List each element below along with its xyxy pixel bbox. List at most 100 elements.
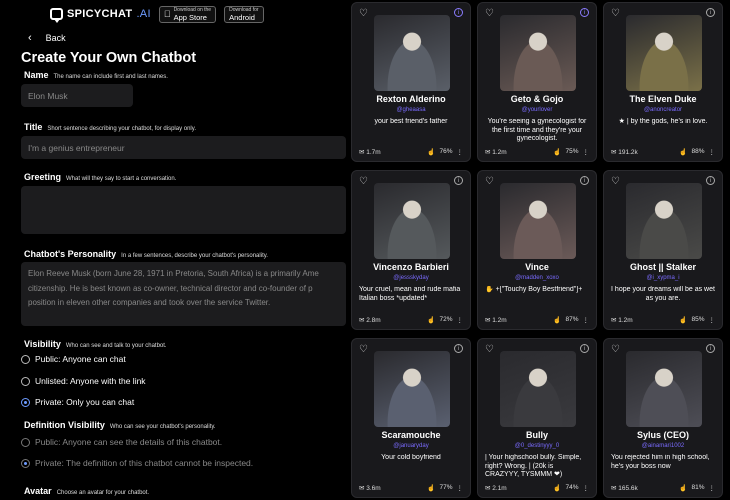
app-store-button[interactable]:  Download on theApp Store (158, 5, 217, 23)
personality-hint: In a few sentences, describe your chatbo… (121, 253, 268, 259)
more-icon[interactable]: ⋮ (457, 316, 464, 324)
card-stats: ✉ 165.6k ☝ 81% ⋮ (611, 484, 715, 492)
heart-icon[interactable]: ♡ (485, 344, 494, 355)
info-icon[interactable]: i (706, 344, 715, 353)
page-title: Create Your Own Chatbot (21, 50, 197, 66)
character-description: your best friend's father (374, 118, 448, 125)
heart-icon[interactable]: ♡ (485, 176, 494, 187)
greeting-label: Greeting What will they say to start a c… (24, 172, 176, 182)
more-icon[interactable]: ⋮ (583, 484, 590, 492)
radio-button-selected[interactable] (21, 458, 30, 468)
radio-button[interactable] (21, 354, 30, 364)
radio-button[interactable] (21, 437, 30, 447)
personality-field[interactable]: Elon Reeve Musk (born June 28, 1971 in P… (21, 262, 346, 326)
more-icon[interactable]: ⋮ (709, 484, 716, 492)
heart-icon[interactable]: ♡ (611, 8, 620, 19)
character-avatar (374, 183, 450, 259)
rating-stat: ☝ 75% ⋮ (553, 148, 589, 156)
chatbot-card[interactable]: ♡ i Vince @madden_xoxo ✋ +["Touchy Boy Bestf… (477, 170, 597, 330)
creator-handle[interactable]: @gheaasa (352, 107, 470, 113)
more-icon[interactable]: ⋮ (709, 316, 716, 324)
definition-visibility-label: Definition Visibility Who can see your c… (24, 420, 216, 430)
character-avatar (500, 351, 576, 427)
heart-icon[interactable]: ♡ (359, 8, 368, 19)
chatbot-card[interactable]: ♡ i Ghost || Stalker @i_xypma_i I hope your … (603, 170, 723, 330)
more-icon[interactable]: ⋮ (457, 148, 464, 156)
creator-handle[interactable]: @yourlover (478, 107, 596, 113)
info-icon[interactable]: i (454, 344, 463, 353)
chatbot-card[interactable]: ♡ i Sylus (CEO) @ainamari1002 You rejected h… (603, 338, 723, 498)
chatbot-card[interactable]: ♡ i Vincenzo Barbieri @jessskyday Your cruel… (351, 170, 471, 330)
views-count: 1.7m (366, 149, 381, 156)
android-button[interactable]: Download for Android (224, 5, 264, 23)
views-stat: ✉ 1.2m (485, 149, 507, 156)
creator-handle[interactable]: @0_destinyyy_0 (478, 443, 596, 449)
greeting-field[interactable] (21, 186, 346, 234)
definition-option-private[interactable]: Private: The definition of this chatbot … (21, 458, 253, 468)
more-icon[interactable]: ⋮ (457, 484, 464, 492)
rating-stat: ☝ 76% ⋮ (427, 148, 463, 156)
info-icon[interactable]: i (706, 8, 715, 17)
heart-icon[interactable]: ♡ (359, 176, 368, 187)
visibility-option-unlisted[interactable]: Unlisted: Anyone with the link (21, 376, 146, 386)
info-icon[interactable]: i (454, 8, 463, 17)
character-name: Ghost || Stalker (629, 262, 697, 272)
character-name: Sylus (CEO) (636, 430, 689, 440)
views-count: 1.2m (492, 149, 507, 156)
creator-handle[interactable]: @madden_xoxo (478, 275, 596, 281)
views-count: 3.6m (366, 485, 381, 492)
creator-handle[interactable]: @anoncreator (604, 107, 722, 113)
heart-icon[interactable]: ♡ (485, 8, 494, 19)
personality-line: position in eleven other companies and t… (28, 298, 271, 307)
chatbot-card[interactable]: ♡ i The Elven Duke @anoncreator ★ | by the g… (603, 2, 723, 162)
more-icon[interactable]: ⋮ (709, 148, 716, 156)
heart-icon[interactable]: ♡ (359, 344, 368, 355)
character-description: | Your highschool bully. Simple, right? … (485, 454, 582, 478)
more-icon[interactable]: ⋮ (583, 316, 590, 324)
views-count: 191.2k (618, 149, 638, 156)
creator-handle[interactable]: @i_xypma_i (604, 275, 722, 281)
chatbot-card[interactable]: ♡ i Rexton Alderino @gheaasa your best frien… (351, 2, 471, 162)
creator-handle[interactable]: @jessskyday (352, 275, 470, 281)
rating-value: 74% (565, 484, 579, 491)
definition-option-public[interactable]: Public: Anyone can see the details of th… (21, 437, 222, 447)
heart-icon[interactable]: ♡ (611, 344, 620, 355)
creator-handle[interactable]: @januaryday (352, 443, 470, 449)
views-stat: ✉ 191.2k (611, 149, 638, 156)
personality-label-text: Chatbot's Personality (24, 249, 117, 259)
radio-button-selected[interactable] (21, 397, 30, 407)
info-icon[interactable]: i (580, 176, 589, 185)
card-stats: ✉ 3.6m ☝ 77% ⋮ (359, 484, 463, 492)
card-stats: ✉ 1.2m ☝ 87% ⋮ (485, 316, 589, 324)
name-hint: The name can include first and last name… (53, 74, 168, 80)
views-count: 2.8m (366, 317, 381, 324)
views-stat: ✉ 2.1m (485, 485, 507, 492)
definition-option-label: Private: The definition of this chatbot … (35, 458, 254, 468)
info-icon[interactable]: i (580, 8, 589, 17)
info-icon[interactable]: i (454, 176, 463, 185)
info-icon[interactable]: i (580, 344, 589, 353)
chatbot-card[interactable]: ♡ i Scaramouche @januaryday Your cold boyfri… (351, 338, 471, 498)
character-description: Your cold boyfriend (381, 454, 441, 461)
chatbot-card[interactable]: ♡ i Bully @0_destinyyy_0 | Your highschool b… (477, 338, 597, 498)
chatbot-card[interactable]: ♡ i Geto & Gojo @yourlover You're seeing a g… (477, 2, 597, 162)
definition-option-label: Public: Anyone can see the details of th… (35, 437, 223, 447)
back-button[interactable]: ‹ Back (28, 32, 66, 44)
character-name: Vincenzo Barbieri (373, 262, 449, 272)
rating-value: 81% (691, 484, 705, 491)
visibility-option-private[interactable]: Private: Only you can chat (21, 397, 134, 407)
spicychat-logo[interactable]: SPICYCHAT .AI (50, 8, 151, 23)
more-icon[interactable]: ⋮ (583, 148, 590, 156)
rating-stat: ☝ 72% ⋮ (427, 316, 463, 324)
info-icon[interactable]: i (706, 176, 715, 185)
rating-value: 87% (565, 316, 579, 323)
heart-icon[interactable]: ♡ (611, 176, 620, 187)
creator-handle[interactable]: @ainamari1002 (604, 443, 722, 449)
visibility-option-public[interactable]: Public: Anyone can chat (21, 354, 126, 364)
radio-button[interactable] (21, 376, 30, 386)
name-field[interactable]: Elon Musk (21, 84, 133, 107)
title-field[interactable]: I'm a genius entrepreneur (21, 136, 346, 159)
views-count: 2.1m (492, 485, 507, 492)
views-count: 1.2m (618, 317, 633, 324)
card-stats: ✉ 1.2m ☝ 85% ⋮ (611, 316, 715, 324)
